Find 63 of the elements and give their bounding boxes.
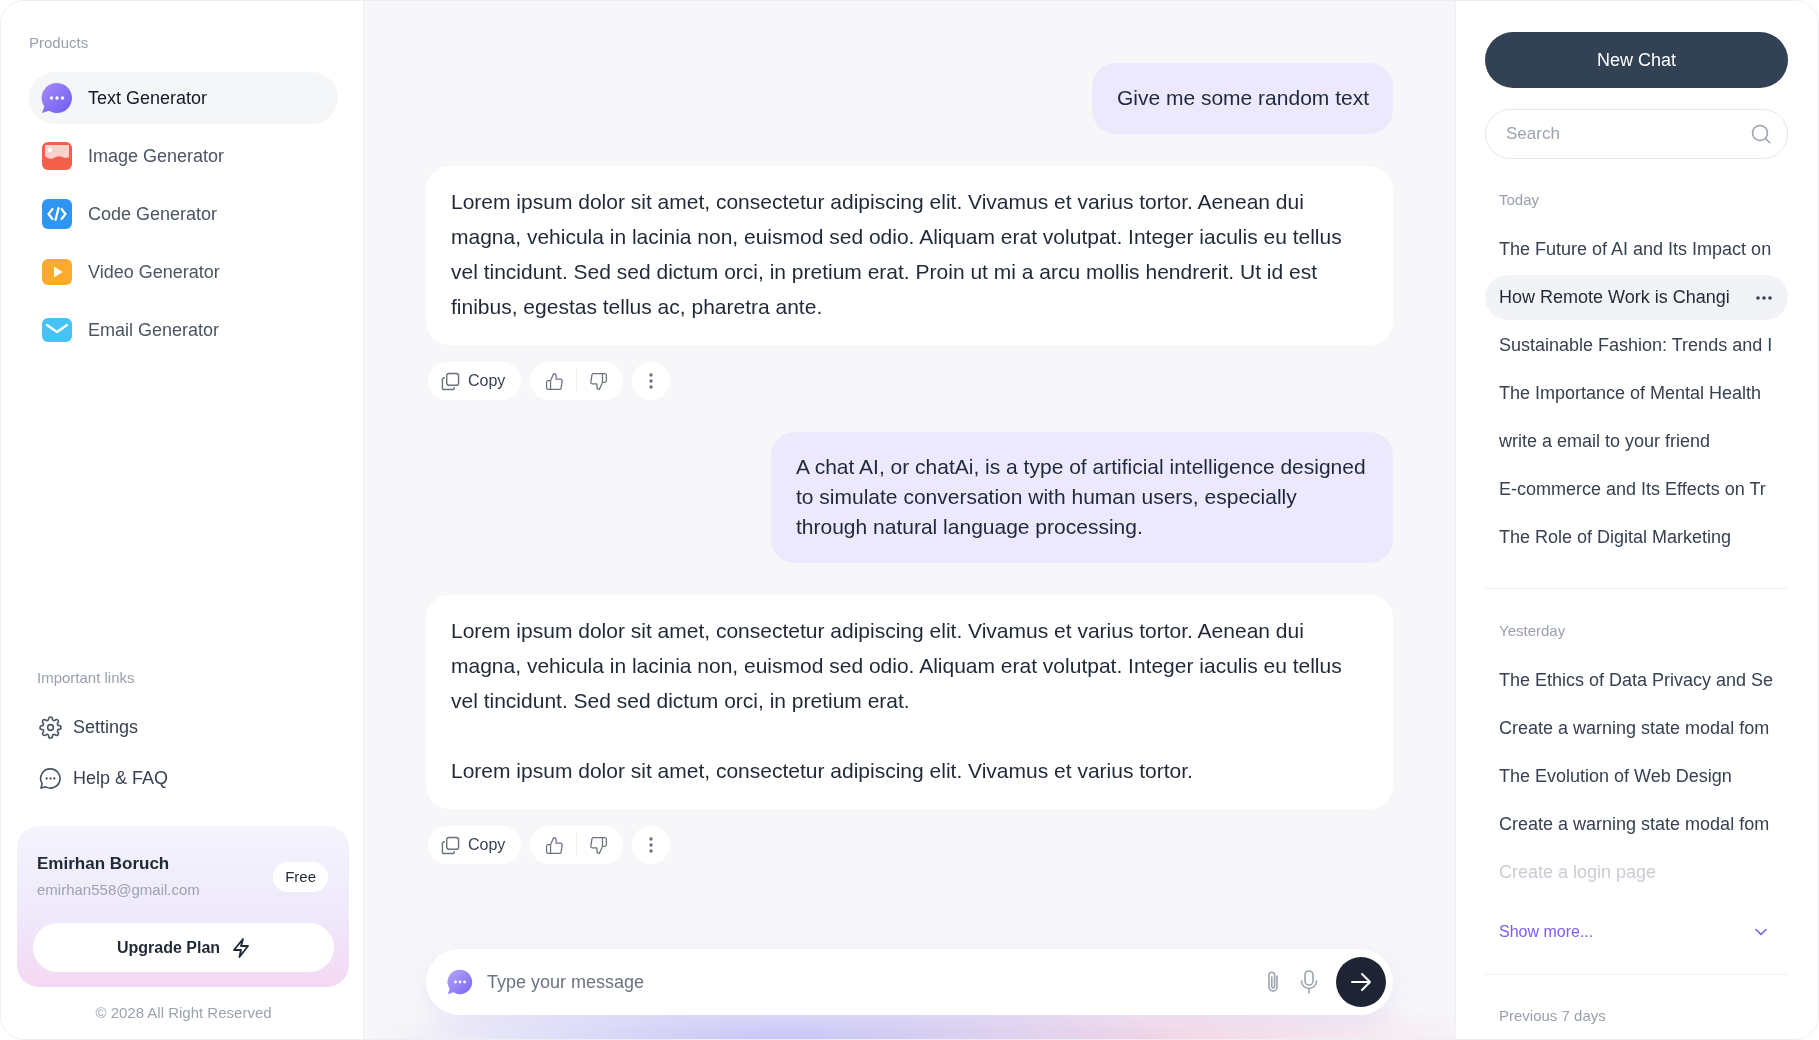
copy-button[interactable]: Copy <box>428 362 522 400</box>
search-field[interactable]: Search <box>1485 109 1788 159</box>
sidebar-link[interactable]: Settings <box>29 707 139 747</box>
play-icon <box>41 256 73 288</box>
chat-dots-icon <box>39 766 62 790</box>
history-item[interactable]: Create a warning state modal fom <box>1485 706 1788 751</box>
sidebar-item[interactable]: Text Generator <box>29 72 338 124</box>
chevron-down-icon <box>1755 927 1767 936</box>
search-input[interactable]: Search <box>1506 122 1743 146</box>
settings-icon <box>39 715 62 739</box>
user-email: emirhan558@gmail.com <box>37 881 200 899</box>
chat-bubble-icon <box>41 82 73 114</box>
chat-bubble-icon <box>447 969 473 995</box>
sidebar-item[interactable]: Video Generator <box>29 246 338 298</box>
history-item[interactable]: The Evolution of Web Design <box>1485 754 1788 799</box>
history-section-title: Previous 7 days <box>1498 1007 1607 1025</box>
new-chat-button[interactable]: New Chat <box>1485 32 1788 88</box>
section-label: Products <box>29 34 90 52</box>
history-item[interactable]: The Importance of Mental Health <box>1485 371 1788 416</box>
history-item[interactable]: The Ethics of Data Privacy and Se <box>1485 658 1788 703</box>
history-item[interactable]: The Future of AI and Its Impact on <box>1485 227 1788 272</box>
message-composer[interactable]: Type your message <box>426 949 1393 1015</box>
section-label: Important links <box>36 669 136 687</box>
picture-icon <box>41 140 73 172</box>
search-icon[interactable] <box>1751 124 1771 144</box>
history-section-title: Yesterday <box>1498 622 1567 640</box>
message-text: Lorem ipsum dolor sit amet, consectetur adipiscing elit. Vivamus et varius tortor. <box>451 758 1194 784</box>
thumbs-down-icon[interactable] <box>589 371 609 391</box>
thumbs-up-icon[interactable] <box>545 371 565 391</box>
history-item[interactable]: write a email to your friend <box>1485 419 1788 464</box>
message-input[interactable]: Type your message <box>487 967 1248 997</box>
history-item[interactable]: Create a warning state modal fom <box>1485 802 1788 847</box>
sidebar-link[interactable]: Help & FAQ <box>29 758 169 798</box>
copy-icon <box>441 371 460 391</box>
copy-button[interactable]: Copy <box>428 826 522 864</box>
arrow-right-icon <box>1350 971 1372 993</box>
copyright-text: © 2028 All Right Reserved <box>94 1004 273 1022</box>
user-name: Emirhan Boruch <box>37 854 171 874</box>
show-more-link[interactable]: Show more... <box>1485 909 1788 954</box>
upgrade-button[interactable]: Upgrade Plan <box>33 923 334 972</box>
plan-badge: Free <box>273 861 328 892</box>
more-icon <box>649 373 654 389</box>
user-message: A chat AI, or chatAi, is a type of artificial intelligence designed to simulate conversation with human users, especially through natural language processing. <box>771 432 1393 563</box>
lightning-icon <box>232 937 251 958</box>
sidebar-item[interactable]: Email Generator <box>29 304 338 356</box>
more-icon[interactable] <box>1756 295 1772 300</box>
sidebar-item[interactable]: Image Generator <box>29 130 338 182</box>
thumbs-up-icon[interactable] <box>545 835 565 855</box>
history-section-title: Today <box>1498 191 1541 209</box>
microphone-icon[interactable] <box>1298 970 1320 994</box>
user-message: Give me some random text <box>1091 63 1393 134</box>
send-button[interactable] <box>1336 957 1386 1007</box>
thumbs-down-icon[interactable] <box>589 835 609 855</box>
history-item[interactable]: Sustainable Fashion: Trends and I <box>1485 323 1788 368</box>
copy-icon <box>441 835 460 855</box>
message-text: Lorem ipsum dolor sit amet, consectetur adipiscing elit. Vivamus et varius tortor. Aenean dui magna, vehicula in lacinia non, euismod sed odio. Aliquam erat volutpat. Integer iaculis eu tellus vel tincidunt. Sed sed dictum orci, in pretium erat. Proin ut mi a arcu mollis hendrerit. Ut id est finibus, egestas tellus ac, pharetra ante. <box>451 189 1343 320</box>
history-item[interactable]: The Role of Digital Marketing <box>1485 515 1788 560</box>
code-icon <box>41 198 73 230</box>
message-text: Lorem ipsum dolor sit amet, consectetur adipiscing elit. Vivamus et varius tortor. Aenean dui magna, vehicula in lacinia non, euismod sed odio. Aliquam erat volutpat. Integer iaculis eu tellus vel tincidunt. Sed sed dictum orci, in pretium erat. <box>451 618 1343 714</box>
more-icon <box>649 837 654 853</box>
history-item[interactable]: How Remote Work is Changi <box>1485 275 1788 320</box>
history-item[interactable]: E-commerce and Its Effects on Tr <box>1485 467 1788 512</box>
sidebar-item[interactable]: Code Generator <box>29 188 338 240</box>
